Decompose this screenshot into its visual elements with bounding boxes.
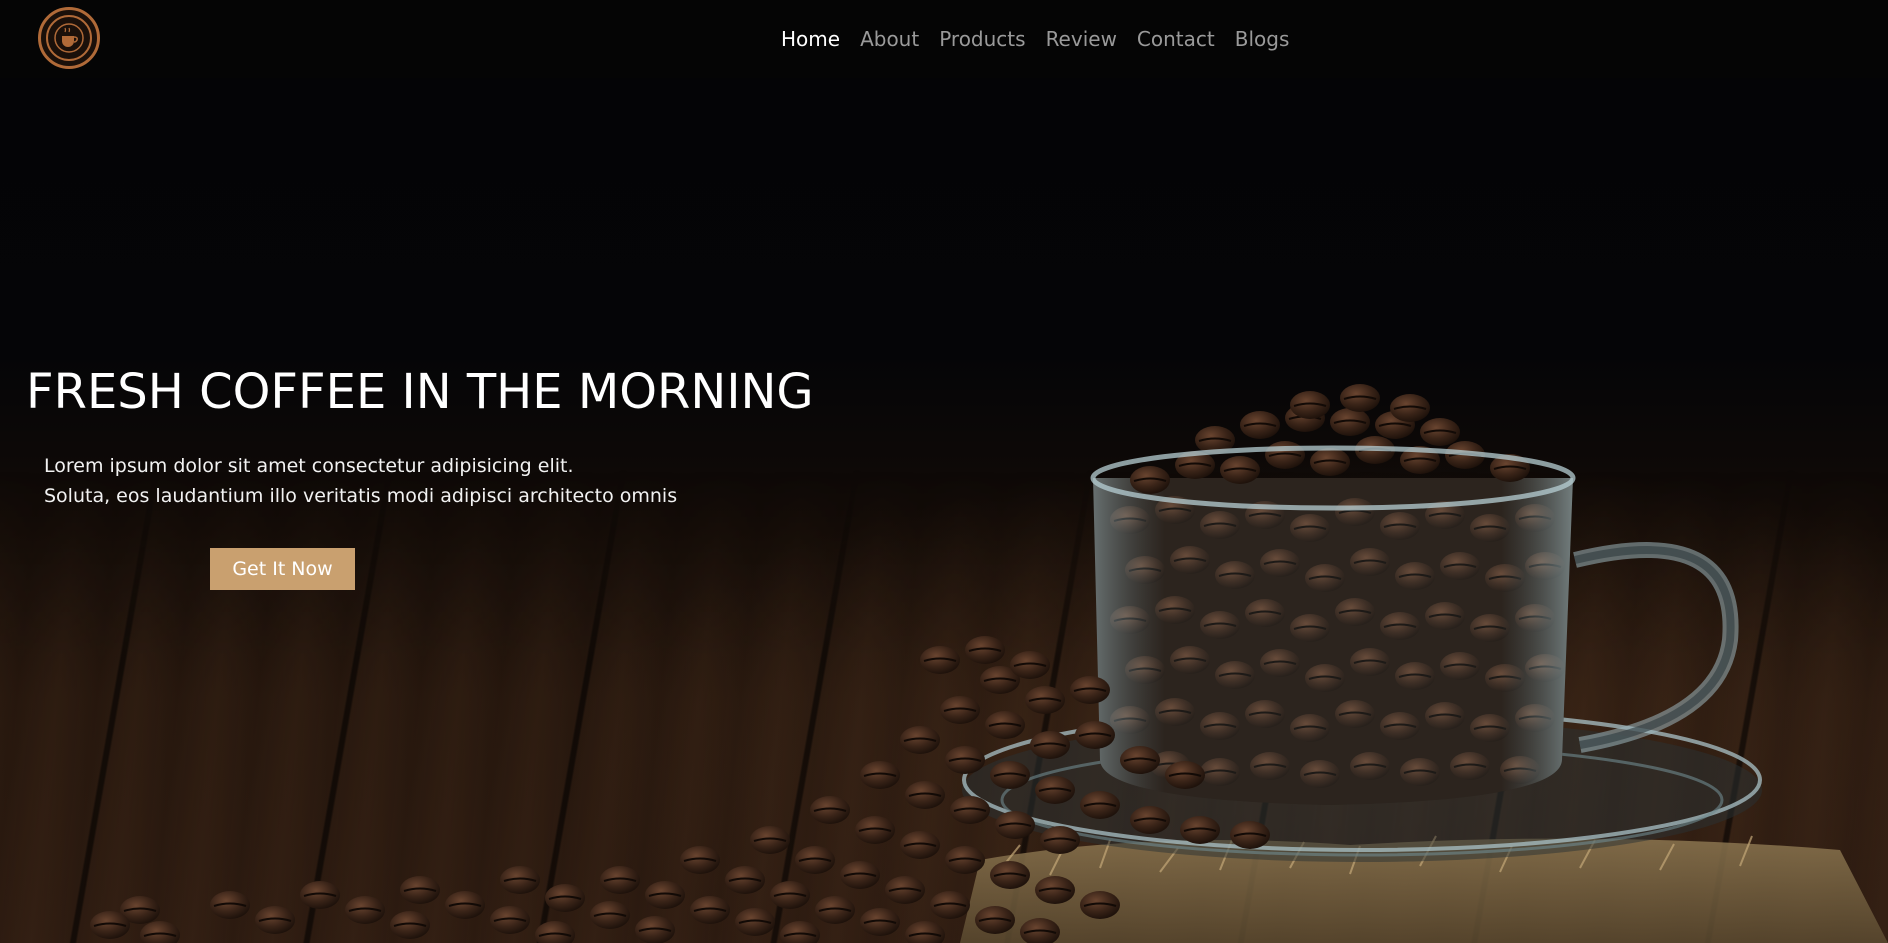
nav-link-review[interactable]: Review [1046, 24, 1117, 54]
nav-link-contact[interactable]: Contact [1137, 24, 1215, 54]
nav-link-about[interactable]: About [860, 24, 919, 54]
get-it-now-button[interactable]: Get It Now [210, 548, 355, 590]
nav-links: Home About Products Review Contact Blogs [781, 24, 1309, 54]
coffee-cup-badge-icon[interactable] [38, 7, 100, 69]
hero-description: Lorem ipsum dolor sit amet consectetur a… [44, 451, 677, 511]
top-navbar: Home About Products Review Contact Blogs [0, 0, 1888, 78]
hero-title: FRESH COFFEE IN THE MORNING [26, 364, 814, 420]
nav-link-home[interactable]: Home [781, 24, 840, 54]
logo-graphic [46, 15, 92, 61]
hero-section: Home About Products Review Contact Blogs… [0, 0, 1888, 943]
hero-description-line-1: Lorem ipsum dolor sit amet consectetur a… [44, 455, 574, 477]
nav-link-blogs[interactable]: Blogs [1235, 24, 1290, 54]
nav-link-products[interactable]: Products [939, 24, 1025, 54]
hero-description-line-2: Soluta, eos laudantium illo veritatis mo… [44, 485, 678, 507]
